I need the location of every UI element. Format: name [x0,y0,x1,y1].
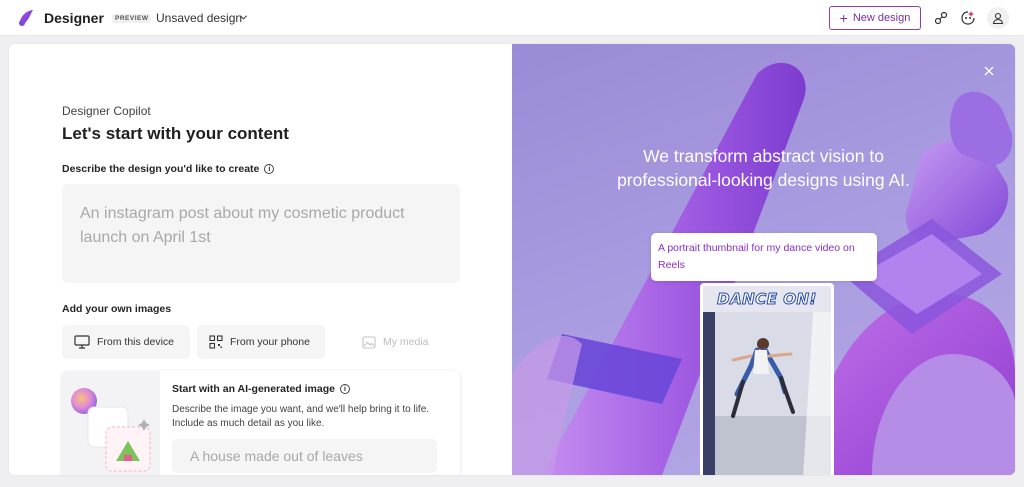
profile-icon[interactable] [987,7,1009,29]
ai-card-description: Describe the image you want, and we'll h… [172,404,430,429]
document-name[interactable]: Unsaved design [156,11,242,25]
design-prompt-input[interactable]: An instagram post about my cosmetic prod… [62,184,460,283]
info-icon[interactable]: i [264,164,275,174]
from-device-label: From this device [97,336,175,348]
describe-label: Describe the design you'd like to create… [62,163,275,175]
close-icon[interactable] [982,64,996,78]
ai-image-prompt-input[interactable]: A house made out of leaves [172,439,437,473]
from-device-button[interactable]: From this device [62,325,190,359]
content-pane: Designer Copilot Let's start with your c… [9,44,512,475]
plus-icon: + [839,9,848,26]
main-card: Designer Copilot Let's start with your c… [9,44,1015,475]
from-phone-button[interactable]: From your phone [197,325,325,359]
qr-code-icon [209,335,223,349]
promo-tagline: We transform abstract vision to professi… [512,144,1015,192]
example-prompt-bubble: A portrait thumbnail for my dance video … [651,233,877,281]
new-design-label: New design [852,12,911,24]
top-bar: Designer PREVIEW Unsaved design + New de… [0,0,1024,36]
app-title: Designer [44,10,104,26]
chevron-down-icon[interactable] [239,13,248,22]
preview-badge: PREVIEW [112,14,152,23]
info-icon[interactable]: i [339,384,350,394]
promo-pane: We transform abstract vision to professi… [512,44,1015,475]
designer-logo-icon[interactable] [16,7,38,29]
copilot-icon[interactable] [958,8,978,28]
copilot-label: Designer Copilot [62,104,151,118]
monitor-icon [74,335,90,349]
page-title: Let's start with your content [62,124,289,143]
new-design-button[interactable]: + New design [829,6,921,30]
my-media-button[interactable]: My media [350,325,450,359]
design-preview-card: DANCE ON! [700,283,834,475]
add-images-label: Add your own images [62,303,172,315]
image-icon [362,335,376,349]
ai-image-illustration [62,371,160,475]
share-icon[interactable] [931,8,951,28]
ai-image-card: Start with an AI-generated image i Descr… [62,371,460,475]
dancer-illustration [703,312,831,475]
ai-card-title-text: Start with an AI-generated image [172,383,335,395]
from-phone-label: From your phone [230,336,310,348]
ai-card-title: Start with an AI-generated image i [172,383,350,395]
promo-tagline-text: We transform abstract vision to professi… [617,146,910,190]
describe-label-text: Describe the design you'd like to create [62,163,260,175]
my-media-label: My media [383,336,429,348]
